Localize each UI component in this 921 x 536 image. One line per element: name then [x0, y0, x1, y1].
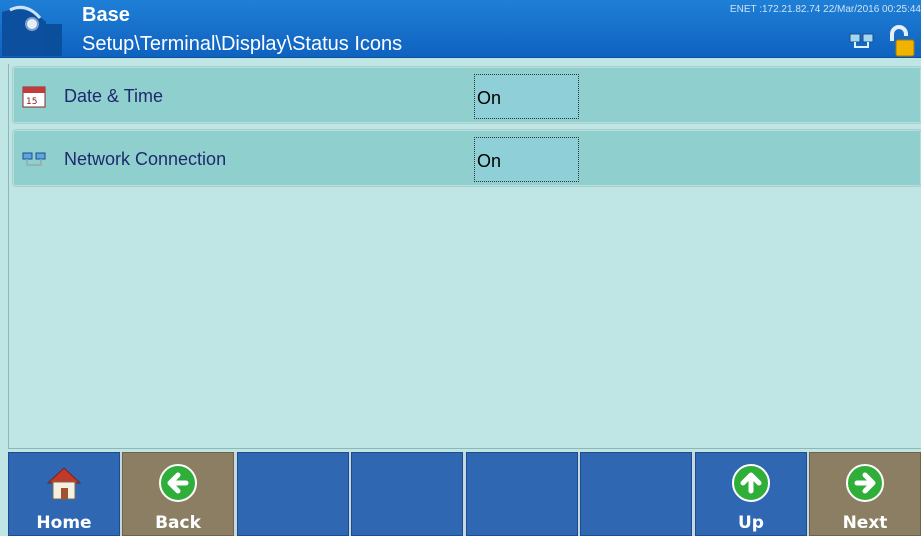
page-title: Base — [82, 4, 130, 26]
next-button[interactable]: Next — [809, 452, 921, 536]
back-arrow-icon — [159, 464, 197, 502]
svg-text:15: 15 — [26, 97, 37, 107]
settings-list: 15 Date & Time On Network Connection On — [8, 64, 921, 449]
softkey-empty-3 — [237, 452, 349, 536]
up-button[interactable]: Up — [695, 452, 807, 536]
network-status-icon — [849, 33, 874, 48]
setting-label: Date & Time — [64, 86, 164, 106]
up-arrow-icon — [732, 464, 770, 502]
up-label: Up — [738, 513, 764, 533]
setting-value: On — [477, 88, 502, 108]
home-icon — [46, 467, 82, 500]
calendar-icon: 15 — [22, 86, 46, 108]
home-label: Home — [36, 513, 92, 533]
home-button[interactable]: Home — [8, 452, 120, 536]
softkey-empty-4 — [351, 452, 463, 536]
setting-row-network-connection[interactable]: Network Connection On — [12, 129, 921, 187]
setting-label: Network Connection — [64, 149, 227, 169]
back-button[interactable]: Back — [122, 452, 234, 536]
date-time-value-field[interactable]: On — [474, 74, 579, 119]
next-arrow-icon — [846, 464, 884, 502]
setting-row-date-time[interactable]: 15 Date & Time On — [12, 66, 921, 124]
network-connection-value-field[interactable]: On — [474, 137, 579, 182]
header-bar: Base Setup\Terminal\Display\Status Icons… — [0, 0, 921, 58]
softkey-empty-6 — [580, 452, 692, 536]
next-label: Next — [842, 513, 888, 533]
terminal-logo-icon — [2, 5, 62, 56]
status-line: ENET :172.21.82.74 22/Mar/2016 00:25:44 — [729, 4, 921, 15]
network-icon — [22, 152, 46, 166]
unlocked-padlock-icon — [890, 25, 915, 57]
softkey-empty-5 — [466, 452, 578, 536]
softkey-bar: Home Back Up Next — [8, 452, 921, 536]
setting-value: On — [477, 151, 502, 171]
back-label: Back — [155, 513, 201, 533]
breadcrumb: Setup\Terminal\Display\Status Icons — [82, 33, 403, 55]
